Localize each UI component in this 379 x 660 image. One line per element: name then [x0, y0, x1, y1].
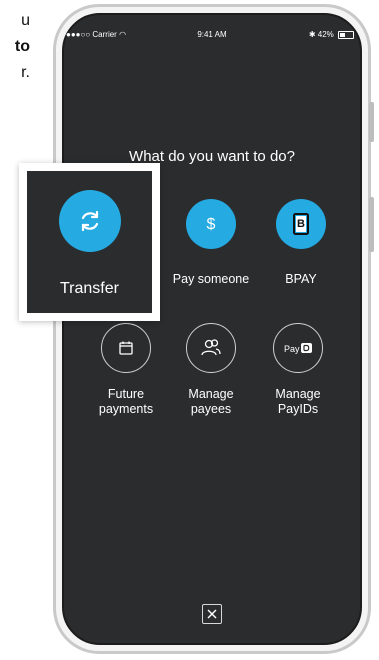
bpay-button[interactable]: B BPAY	[261, 199, 341, 287]
payid-icon-text: Pay	[284, 344, 300, 354]
payid-icon: Pay	[273, 323, 323, 373]
future-payments-button[interactable]: Future payments	[86, 323, 166, 417]
future-payments-label-line2: payments	[98, 402, 154, 416]
manage-payids-label: Manage PayIDs	[258, 387, 338, 417]
manage-payids-button[interactable]: Pay Manage PayIDs	[258, 323, 338, 417]
dollar-icon: $	[186, 199, 236, 249]
transfer-label: Transfer	[60, 280, 119, 297]
manage-payees-button[interactable]: Manage payees	[171, 323, 251, 417]
close-button[interactable]	[202, 604, 222, 624]
status-bar: ●●●○○ Carrier ◠ 9:41 AM ✱ 42%	[66, 28, 358, 42]
future-payments-label: Future payments	[86, 387, 166, 417]
background-text: u to r.	[0, 8, 30, 86]
people-icon	[186, 323, 236, 373]
battery-icon	[338, 30, 354, 39]
manage-payids-label-line1: Manage	[275, 387, 321, 401]
battery-percent: 42%	[317, 30, 334, 39]
phone-side-button	[369, 197, 374, 252]
bpay-label: BPAY	[285, 272, 317, 286]
svg-text:B: B	[297, 218, 305, 230]
background-text-line3: r.	[21, 64, 30, 81]
calendar-icon	[101, 323, 151, 373]
bluetooth-icon: ✱	[308, 30, 316, 39]
close-icon	[207, 609, 217, 619]
transfer-highlight-callout[interactable]: Transfer	[19, 163, 160, 321]
manage-payids-label-line2: PayIDs	[277, 402, 319, 416]
transfer-button[interactable]: Transfer	[27, 171, 152, 313]
pay-someone-button[interactable]: $ Pay someone	[171, 199, 251, 287]
bpay-icon: B	[276, 199, 326, 249]
pay-someone-label: Pay someone	[172, 272, 250, 286]
future-payments-label-line1: Future	[107, 387, 145, 401]
phone-side-button	[369, 102, 374, 142]
manage-payees-label-line2: payees	[190, 402, 232, 416]
refresh-icon	[59, 190, 121, 252]
background-text-line2: to	[14, 38, 30, 55]
manage-payees-label-line1: Manage	[188, 387, 234, 401]
manage-payees-label: Manage payees	[171, 387, 251, 417]
status-right: ✱ 42%	[309, 28, 354, 42]
background-text-line1: u	[21, 12, 30, 29]
svg-text:$: $	[207, 216, 216, 233]
